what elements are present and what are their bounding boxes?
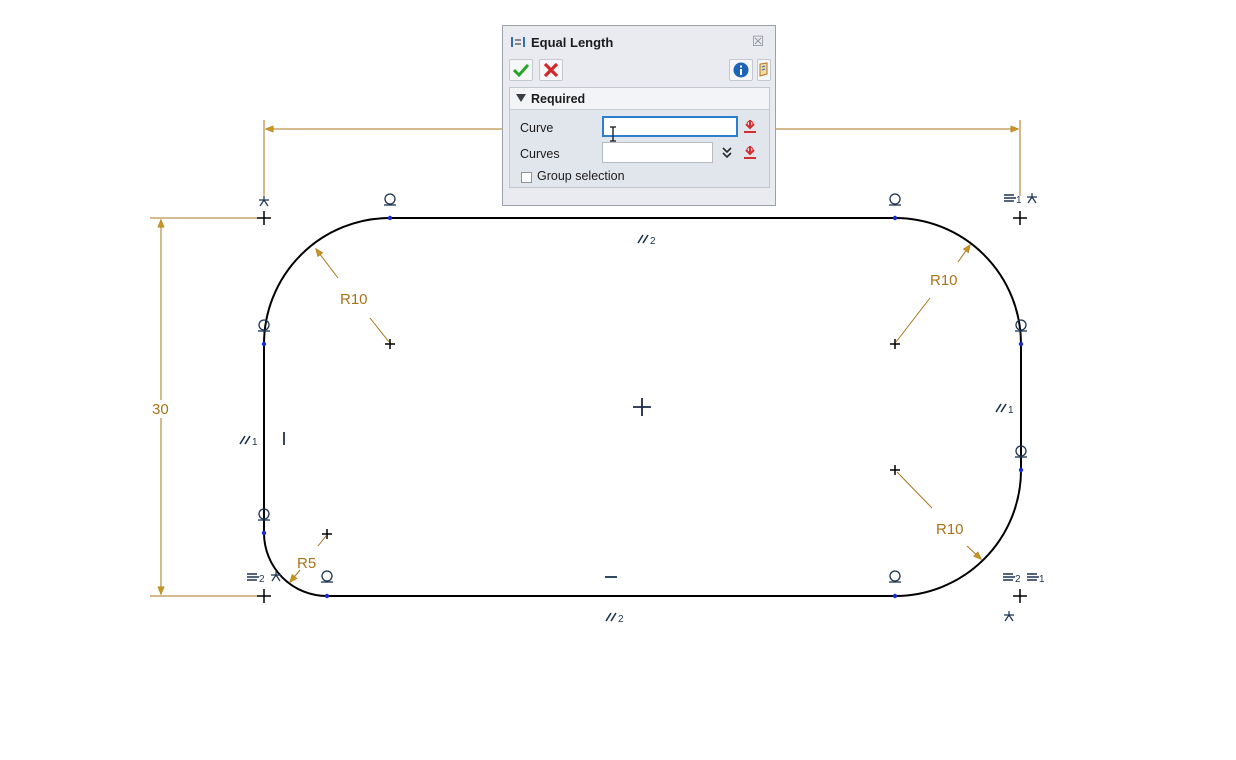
green-check-icon — [513, 63, 529, 77]
svg-text:1: 1 — [1016, 195, 1022, 206]
tangent-icon — [1015, 319, 1027, 332]
equal-length-dialog[interactable]: Equal Length ☒ Required Curve Curves Gro… — [502, 25, 776, 206]
parallel-constraint-bottom[interactable]: 2 — [605, 612, 624, 625]
select-curve-icon[interactable] — [742, 119, 758, 135]
text-cursor-icon — [610, 126, 616, 142]
svg-text:2: 2 — [259, 574, 265, 585]
radius-dimension-bottom-right[interactable]: R10 — [896, 471, 983, 560]
parallel-icon — [995, 403, 1007, 413]
parallel-constraint-top[interactable]: 2 — [637, 234, 656, 247]
tangent-icon — [889, 570, 901, 583]
parallel-constraint-right[interactable]: 1 — [995, 403, 1014, 416]
svg-text:1: 1 — [252, 437, 258, 448]
chevron-down-double-icon[interactable] — [721, 145, 733, 159]
curve-input[interactable] — [602, 116, 738, 137]
tangent-icon — [258, 319, 270, 332]
ok-button[interactable] — [509, 59, 533, 81]
equal-icon — [1003, 573, 1015, 581]
curves-label: Curves — [520, 147, 560, 161]
close-icon[interactable]: ☒ — [751, 34, 765, 48]
svg-text:2: 2 — [618, 614, 624, 625]
svg-text:1: 1 — [1008, 405, 1014, 416]
radius-label[interactable]: R5 — [297, 555, 316, 572]
equal-length-icon — [511, 37, 525, 47]
group-selection-checkbox[interactable] — [521, 172, 532, 183]
parallel-icon — [239, 435, 251, 445]
equal-icon — [1004, 194, 1016, 202]
dialog-title-bar[interactable]: Equal Length ☒ — [503, 26, 775, 60]
collapse-arrow-icon[interactable] — [516, 94, 526, 102]
svg-text:2: 2 — [650, 236, 656, 247]
radius-label[interactable]: R10 — [340, 291, 368, 308]
select-curves-icon[interactable] — [742, 145, 758, 161]
equal-icon — [247, 573, 259, 581]
group-selection-label: Group selection — [537, 169, 625, 183]
tangent-constraint-icons[interactable] — [258, 193, 1027, 583]
tangent-icon — [321, 570, 333, 583]
required-section: Required Curve Curves Group selection — [509, 87, 770, 188]
section-title: Required — [531, 92, 586, 106]
tangent-icon — [889, 193, 901, 206]
parallel-icon — [637, 234, 649, 244]
equal-constraint-bottom-left[interactable]: 2 — [247, 573, 265, 585]
radius-label[interactable]: R10 — [936, 521, 964, 538]
radius-dimension-top-left[interactable]: R10 — [315, 247, 390, 343]
help-button[interactable] — [757, 59, 771, 81]
fixed-icon — [1004, 611, 1014, 622]
fixed-icon — [271, 571, 281, 582]
fixed-icon — [259, 196, 269, 207]
origin-point[interactable] — [633, 398, 651, 416]
arc-center-points[interactable] — [322, 339, 900, 539]
radius-dimension-bottom-left[interactable]: R5 — [289, 535, 327, 584]
info-button[interactable] — [729, 59, 753, 81]
svg-text:2: 2 — [1015, 574, 1021, 585]
equal-constraint-top-right[interactable]: 1 — [1004, 194, 1022, 206]
vertical-dimension[interactable]: 30 — [150, 217, 262, 597]
tangent-icon — [384, 193, 396, 206]
curve-label: Curve — [520, 121, 554, 135]
help-book-icon — [759, 62, 768, 77]
parallel-icon — [605, 612, 617, 622]
required-section-header[interactable]: Required — [510, 88, 769, 110]
svg-text:1: 1 — [1039, 574, 1045, 585]
vertical-dimension-label[interactable]: 30 — [152, 401, 169, 418]
dialog-title: Equal Length — [531, 35, 614, 50]
cancel-button[interactable] — [539, 59, 563, 81]
radius-dimension-top-right[interactable]: R10 — [895, 243, 971, 343]
parallel-constraint-left[interactable]: 1 — [239, 435, 258, 448]
equal-icon — [1027, 573, 1039, 581]
equal-constraint-bottom-right[interactable]: 2 1 — [1003, 573, 1045, 585]
fixed-icon — [1027, 193, 1037, 204]
radius-label[interactable]: R10 — [930, 272, 958, 289]
info-icon — [733, 62, 749, 78]
red-x-icon — [543, 62, 559, 78]
curves-input[interactable] — [602, 142, 713, 163]
